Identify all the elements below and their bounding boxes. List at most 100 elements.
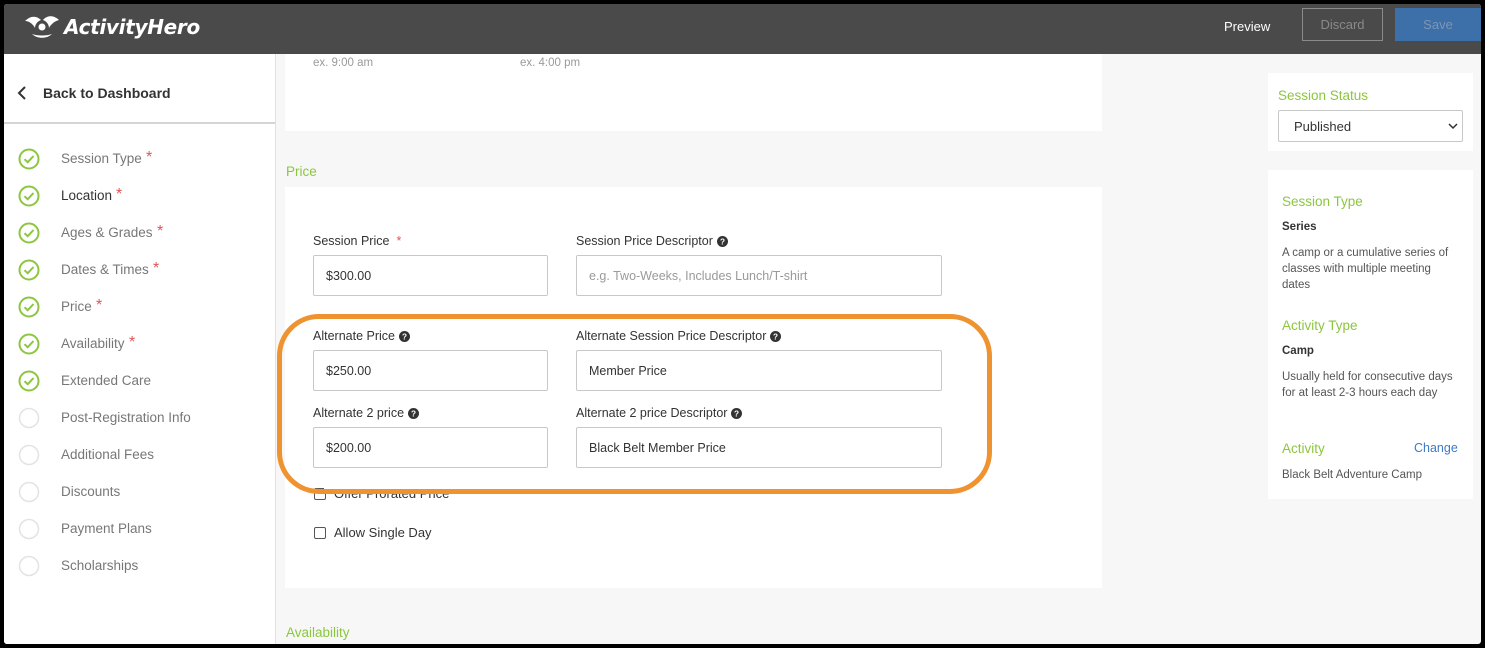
svg-text:?: ? xyxy=(720,237,725,246)
svg-text:?: ? xyxy=(411,409,416,418)
discard-button[interactable]: Discard xyxy=(1302,8,1383,41)
highlight-mask xyxy=(324,484,524,489)
alternate-price-label: Alternate Price ? xyxy=(313,329,410,343)
activity-type-description: Usually held for consecutive days for at… xyxy=(1282,371,1453,399)
svg-text:?: ? xyxy=(773,332,778,341)
sidebar-item-location[interactable]: Location * xyxy=(4,181,275,211)
empty-circle-icon xyxy=(18,481,40,503)
session-status-card: Session Status Published xyxy=(1268,73,1473,151)
required-marker: * xyxy=(96,297,103,314)
activity-value: Black Belt Adventure Camp xyxy=(1282,469,1422,481)
check-circle-icon xyxy=(18,222,40,244)
save-button[interactable]: Save xyxy=(1395,8,1481,41)
sidebar-item-discounts[interactable]: Discounts xyxy=(4,477,275,507)
sidebar-item-label: Location xyxy=(61,188,113,203)
alternate-descriptor-input[interactable]: Member Price xyxy=(576,350,942,391)
help-icon[interactable]: ? xyxy=(398,330,410,342)
svg-text:?: ? xyxy=(734,409,739,418)
prorated-price-checkbox[interactable] xyxy=(314,487,326,500)
activity-type-title: Activity Type xyxy=(1282,318,1358,333)
brand-name: ActivityHero xyxy=(64,15,200,39)
session-price-descriptor-label: Session Price Descriptor ? xyxy=(576,234,728,248)
sidebar-item-label: Scholarships xyxy=(61,558,139,573)
dates-times-card xyxy=(285,54,1102,131)
sidebar-item-label: Extended Care xyxy=(61,373,152,388)
sidebar-item-scholarships[interactable]: Scholarships xyxy=(4,551,275,581)
back-label: Back to Dashboard xyxy=(43,85,171,101)
logo[interactable]: ActivityHero xyxy=(22,12,200,42)
sidebar-item-label: Price xyxy=(61,299,92,314)
empty-circle-icon xyxy=(18,555,40,577)
check-circle-icon xyxy=(18,333,40,355)
alternate-2-descriptor-label: Alternate 2 price Descriptor ? xyxy=(576,406,743,420)
single-day-checkbox[interactable] xyxy=(314,526,326,539)
sidebar-item-label: Session Type xyxy=(61,151,142,166)
required-marker: * xyxy=(129,334,136,351)
session-type-title: Session Type xyxy=(1282,194,1363,209)
alternate-descriptor-label: Alternate Session Price Descriptor ? xyxy=(576,329,782,343)
sidebar-item-label: Post-Registration Info xyxy=(61,410,191,425)
required-marker: * xyxy=(157,223,164,240)
activityhero-logo-icon xyxy=(25,16,59,38)
end-time-hint: ex. 4:00 pm xyxy=(520,57,581,69)
help-icon[interactable]: ? xyxy=(408,407,420,419)
sidebar-item-label: Availability xyxy=(61,336,125,351)
sidebar-item-ages-grades[interactable]: Ages & Grades * xyxy=(4,218,275,248)
check-circle-icon xyxy=(18,259,40,281)
sidebar-item-label: Dates & Times xyxy=(61,262,149,277)
sidebar-item-session-type[interactable]: Session Type * xyxy=(4,144,275,174)
required-marker: * xyxy=(146,149,153,166)
single-day-label: Allow Single Day xyxy=(334,525,432,540)
availability-section-title: Availability xyxy=(286,625,350,640)
sidebar-item-label: Payment Plans xyxy=(61,521,152,536)
required-marker: * xyxy=(116,186,123,203)
sidebar-item-post-registration-info[interactable]: Post-Registration Info xyxy=(4,403,275,433)
change-activity-link[interactable]: Change xyxy=(1414,441,1458,455)
session-type-description: A camp or a cumulative series of classes… xyxy=(1282,247,1449,291)
empty-circle-icon xyxy=(18,444,40,466)
check-circle-icon xyxy=(18,296,40,318)
start-time-hint: ex. 9:00 am xyxy=(313,57,374,69)
sidebar-item-price[interactable]: Price * xyxy=(4,292,275,322)
single-day-checkbox-row[interactable]: Allow Single Day xyxy=(314,525,432,540)
sidebar-item-dates-times[interactable]: Dates & Times * xyxy=(4,255,275,285)
required-marker: * xyxy=(153,260,160,277)
session-type-value: Series xyxy=(1282,221,1317,233)
sidebar-item-extended-care[interactable]: Extended Care xyxy=(4,366,275,396)
sidebar-item-label: Ages & Grades xyxy=(61,225,153,240)
sidebar-item-label: Discounts xyxy=(61,484,121,499)
help-icon[interactable]: ? xyxy=(731,407,743,419)
help-icon[interactable]: ? xyxy=(716,235,728,247)
chevron-down-icon xyxy=(1448,123,1458,130)
top-bar: ActivityHero Preview Discard Save xyxy=(4,4,1481,54)
empty-circle-icon xyxy=(18,518,40,540)
session-price-label: Session Price * xyxy=(313,234,402,248)
back-to-dashboard-link[interactable]: Back to Dashboard xyxy=(4,54,275,124)
preview-link[interactable]: Preview xyxy=(1224,19,1270,34)
sidebar-item-availability[interactable]: Availability * xyxy=(4,329,275,359)
alternate-price-input[interactable]: $250.00 xyxy=(313,350,548,391)
svg-text:?: ? xyxy=(402,332,407,341)
app-frame: ActivityHero Preview Discard Save Back t… xyxy=(4,4,1481,644)
session-status-select[interactable]: Published xyxy=(1278,110,1463,142)
sidebar-item-payment-plans[interactable]: Payment Plans xyxy=(4,514,275,544)
session-price-descriptor-input[interactable]: e.g. Two-Weeks, Includes Lunch/T-shirt xyxy=(576,255,942,296)
sidebar-item-additional-fees[interactable]: Additional Fees xyxy=(4,440,275,470)
check-circle-icon xyxy=(18,370,40,392)
session-status-title: Session Status xyxy=(1278,88,1369,103)
price-section-title: Price xyxy=(286,164,317,179)
check-circle-icon xyxy=(18,148,40,170)
chevron-left-icon xyxy=(17,86,26,100)
session-info-card: Session Type Series A camp or a cumulati… xyxy=(1268,170,1473,499)
activity-type-value: Camp xyxy=(1282,345,1314,357)
alternate-2-descriptor-input[interactable]: Black Belt Member Price xyxy=(576,427,942,468)
empty-circle-icon xyxy=(18,407,40,429)
help-icon[interactable]: ? xyxy=(770,330,782,342)
activity-title: Activity xyxy=(1282,441,1325,456)
sidebar-item-label: Additional Fees xyxy=(61,447,155,462)
session-status-value: Published xyxy=(1294,118,1352,134)
alternate-2-price-input[interactable]: $200.00 xyxy=(313,427,548,468)
check-circle-icon xyxy=(18,185,40,207)
alternate-2-price-label: Alternate 2 price ? xyxy=(313,406,420,420)
session-price-input[interactable]: $300.00 xyxy=(313,255,548,296)
